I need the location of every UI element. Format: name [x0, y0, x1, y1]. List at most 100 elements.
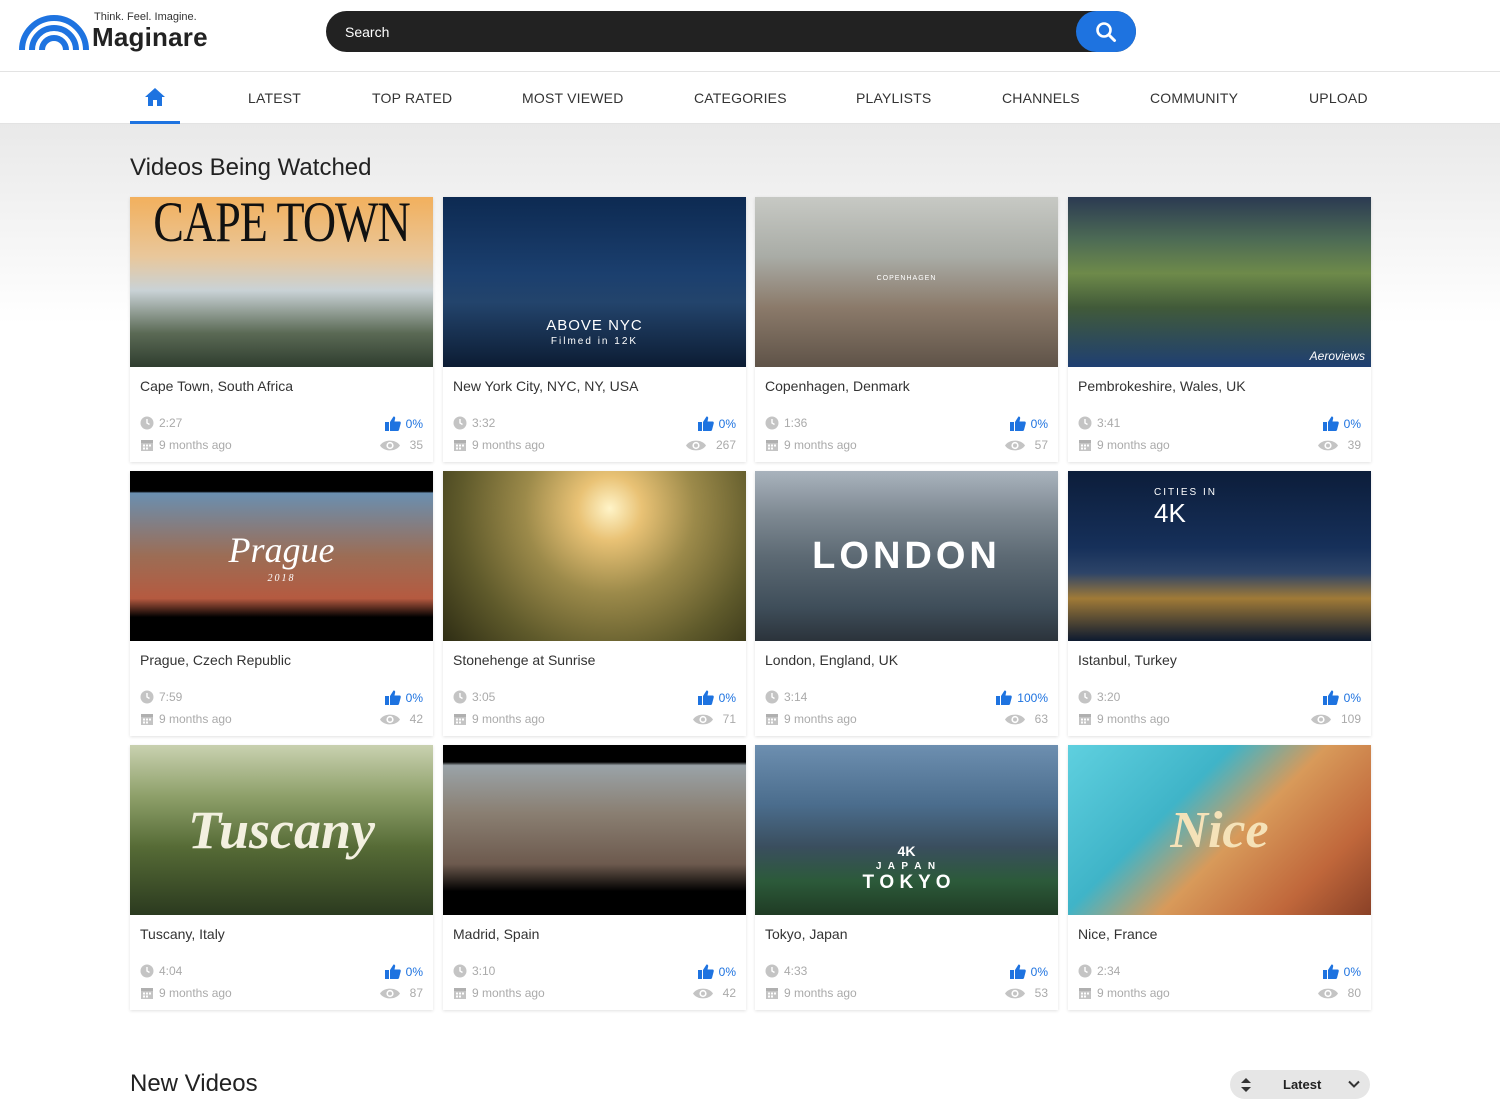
nav-channels[interactable]: CHANNELS — [1002, 73, 1080, 124]
video-thumbnail[interactable]: ABOVE NYC Filmed in 12K — [443, 197, 746, 367]
video-card[interactable]: Prague 2018 Prague, Czech Republic 7:59 … — [130, 471, 433, 736]
search-bar — [326, 11, 1136, 52]
calendar-icon — [766, 988, 778, 999]
video-title[interactable]: Copenhagen, Denmark — [765, 378, 910, 394]
video-thumbnail[interactable] — [443, 471, 746, 641]
video-thumbnail[interactable]: COPENHAGEN — [755, 197, 1058, 367]
thumbnail-title-text: Aeroviews — [1309, 349, 1365, 363]
video-card[interactable]: 4K CITIES IN Istanbul, Turkey 3:20 9 mon… — [1068, 471, 1371, 736]
video-title[interactable]: Stonehenge at Sunrise — [453, 652, 595, 668]
video-age: 9 months ago — [765, 438, 857, 452]
video-card[interactable]: T O K Y O J A P A N 4K Tokyo, Japan 4:33… — [755, 745, 1058, 1010]
calendar-icon — [454, 988, 466, 999]
video-views: 57 — [1004, 438, 1048, 452]
video-views: 42 — [379, 712, 423, 726]
video-thumbnail[interactable]: 4K CITIES IN — [1068, 471, 1371, 641]
video-card[interactable]: Tuscany Tuscany, Italy 4:04 9 months ago… — [130, 745, 433, 1010]
video-title[interactable]: Tuscany, Italy — [140, 926, 225, 942]
thumbnail-title-text: ABOVE NYC — [546, 317, 643, 334]
eye-icon — [1310, 714, 1331, 724]
likes-text: 0% — [718, 690, 736, 705]
video-card[interactable]: COPENHAGEN Copenhagen, Denmark 1:36 9 mo… — [755, 197, 1058, 462]
chevron-down-icon — [1348, 1080, 1360, 1088]
video-views: 53 — [1004, 986, 1048, 1000]
video-thumbnail[interactable]: Nice — [1068, 745, 1371, 915]
video-age: 9 months ago — [453, 712, 545, 726]
clock-icon — [1078, 416, 1092, 430]
nav-community[interactable]: COMMUNITY — [1150, 73, 1238, 124]
nav-home[interactable] — [130, 73, 180, 124]
thumbnail-title-overlay: LONDON — [755, 471, 1058, 641]
site-logo[interactable]: Think. Feel. Imagine. Maginare — [18, 8, 218, 64]
calendar-icon — [141, 988, 153, 999]
video-title[interactable]: Prague, Czech Republic — [140, 652, 291, 668]
eye-icon — [1317, 988, 1338, 998]
video-likes: 0% — [1322, 964, 1361, 979]
video-thumbnail[interactable]: Tuscany — [130, 745, 433, 915]
video-views: 63 — [1004, 712, 1048, 726]
video-title[interactable]: Nice, France — [1078, 926, 1157, 942]
video-card[interactable]: Aeroviews Pembrokeshire, Wales, UK 3:41 … — [1068, 197, 1371, 462]
nav-most-viewed[interactable]: MOST VIEWED — [522, 73, 624, 124]
video-card[interactable]: Madrid, Spain 3:10 9 months ago 0% 42 — [443, 745, 746, 1010]
clock-icon — [453, 964, 467, 978]
video-title[interactable]: Cape Town, South Africa — [140, 378, 293, 394]
nav-top-rated[interactable]: TOP RATED — [372, 73, 452, 124]
video-thumbnail[interactable]: T O K Y O J A P A N 4K — [755, 745, 1058, 915]
views-text: 35 — [409, 438, 423, 452]
clock-icon — [453, 416, 467, 430]
thumbnail-title-overlay: Nice — [1068, 745, 1371, 915]
thumbs-up-icon — [1322, 690, 1339, 705]
video-thumbnail[interactable]: LONDON — [755, 471, 1058, 641]
video-views: 71 — [692, 712, 736, 726]
video-title[interactable]: London, England, UK — [765, 652, 898, 668]
calendar-icon — [141, 714, 153, 725]
video-card[interactable]: ABOVE NYC Filmed in 12K New York City, N… — [443, 197, 746, 462]
nav-latest[interactable]: LATEST — [248, 73, 301, 124]
video-age: 9 months ago — [1078, 438, 1170, 452]
views-text: 109 — [1340, 712, 1361, 726]
age-text: 9 months ago — [1097, 712, 1170, 726]
thumbs-up-icon — [697, 416, 714, 431]
video-views: 109 — [1310, 712, 1361, 726]
video-card[interactable]: CAPE TOWN Cape Town, South Africa 2:27 9… — [130, 197, 433, 462]
eye-icon — [1317, 440, 1338, 450]
likes-text: 0% — [718, 416, 736, 431]
search-button[interactable] — [1076, 11, 1136, 52]
thumbs-up-icon — [384, 690, 401, 705]
video-title[interactable]: Pembrokeshire, Wales, UK — [1078, 378, 1246, 394]
video-views: 42 — [692, 986, 736, 1000]
video-thumbnail[interactable]: Aeroviews — [1068, 197, 1371, 367]
clock-icon — [765, 964, 779, 978]
thumbnail-title-text: T O K Y O — [862, 872, 951, 893]
views-text: 53 — [1034, 986, 1048, 1000]
nav-playlists[interactable]: PLAYLISTS — [856, 73, 931, 124]
video-title[interactable]: New York City, NYC, NY, USA — [453, 378, 638, 394]
duration-text: 3:20 — [1097, 690, 1121, 704]
duration-text: 3:41 — [1097, 416, 1121, 430]
sort-dropdown[interactable]: Latest — [1230, 1070, 1370, 1099]
video-title[interactable]: Madrid, Spain — [453, 926, 539, 942]
likes-text: 0% — [1343, 416, 1361, 431]
video-duration: 2:27 — [140, 416, 182, 430]
views-text: 87 — [409, 986, 423, 1000]
video-title[interactable]: Tokyo, Japan — [765, 926, 848, 942]
video-age: 9 months ago — [140, 986, 232, 1000]
age-text: 9 months ago — [784, 986, 857, 1000]
video-title[interactable]: Istanbul, Turkey — [1078, 652, 1177, 668]
video-duration: 3:32 — [453, 416, 495, 430]
video-thumbnail[interactable]: CAPE TOWN — [130, 197, 433, 367]
video-card[interactable]: LONDON London, England, UK 3:14 9 months… — [755, 471, 1058, 736]
nav-categories[interactable]: CATEGORIES — [694, 73, 787, 124]
video-thumbnail[interactable] — [443, 745, 746, 915]
search-input[interactable] — [326, 11, 1076, 52]
video-duration: 4:33 — [765, 964, 807, 978]
video-age: 9 months ago — [1078, 986, 1170, 1000]
thumbs-up-icon — [1009, 416, 1026, 431]
video-card[interactable]: Stonehenge at Sunrise 3:05 9 months ago … — [443, 471, 746, 736]
video-card[interactable]: Nice Nice, France 2:34 9 months ago 0% 8… — [1068, 745, 1371, 1010]
age-text: 9 months ago — [784, 438, 857, 452]
video-thumbnail[interactable]: Prague 2018 — [130, 471, 433, 641]
video-duration: 4:04 — [140, 964, 182, 978]
nav-upload[interactable]: UPLOAD — [1309, 73, 1368, 124]
